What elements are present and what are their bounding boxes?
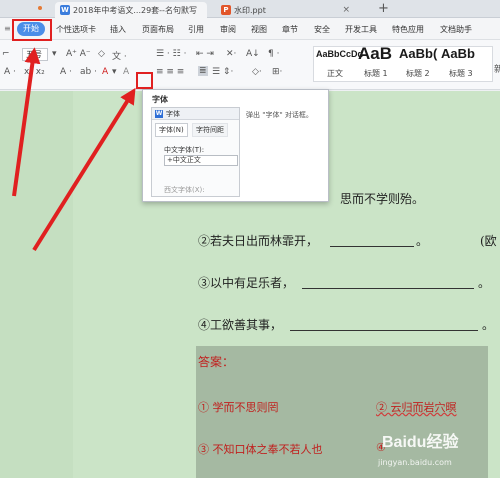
style-heading1-preview[interactable]: AaB	[358, 44, 392, 64]
indent-icon[interactable]: ⇤ ⇥	[196, 49, 214, 59]
tab-chapter[interactable]: 章节	[282, 24, 298, 35]
sort-icon[interactable]: A↓	[246, 49, 260, 59]
answer-item: ① 学而不思则罔	[198, 401, 279, 414]
justify-icon[interactable]: ≣	[198, 66, 208, 76]
wps-logo-icon: W	[155, 110, 163, 118]
font-color-icon[interactable]: A	[102, 67, 108, 77]
chevron-down-icon[interactable]: ▾	[112, 67, 117, 77]
style-heading3-label: 标题 3	[449, 69, 473, 78]
borders-icon[interactable]: ⊞·	[272, 67, 282, 77]
font-dialog-preview: W 字体 字体(N) 字符间距 中文字体(T): +中文正文 西文字体(X):	[151, 107, 240, 197]
dialog-field-label: 中文字体(T):	[164, 146, 205, 154]
doc-line-end: 。	[482, 318, 495, 332]
ribbon-toolbar: ⌐ 五号 ▾ A⁺ A⁻ ◇ 文 · A · x² x₂ A · ab · A …	[0, 40, 500, 125]
pinyin-icon[interactable]: 文 ·	[112, 49, 127, 62]
doc-line-end: 。	[478, 276, 491, 290]
grow-font-icon[interactable]: A⁺ A⁻	[66, 49, 91, 59]
dialog-tab-spacing: 字符间距	[192, 123, 228, 137]
tab-view[interactable]: 视图	[251, 24, 267, 35]
tab-document-1[interactable]: W 2018年中考语文...29套--名句默写	[55, 2, 207, 18]
watermark-url: jingyan.baidu.com	[378, 458, 452, 467]
tab-label: 2018年中考语文...29套--名句默写	[73, 5, 197, 15]
align-left-icon[interactable]: ≡ ≡ ≡	[156, 67, 184, 77]
style-heading3-preview[interactable]: AaBb	[441, 46, 475, 61]
annotation-box-launcher	[136, 72, 153, 89]
chevron-down-icon[interactable]: ▾	[52, 49, 57, 59]
doc-line: ③以中有足乐者，	[198, 276, 295, 290]
dialog-header: W 字体	[152, 108, 239, 120]
word-file-icon: W	[60, 5, 70, 15]
close-icon[interactable]: ×	[342, 5, 350, 15]
tab-insert[interactable]: 插入	[110, 24, 126, 35]
style-heading2-label: 标题 2	[406, 69, 430, 78]
answer-item: ② 云归而岩穴暝	[376, 401, 457, 414]
dialog-title: 字体	[166, 110, 180, 118]
style-heading1-label: 标题 1	[364, 69, 388, 78]
answer-item: ③ 不知口体之奉不若人也	[198, 443, 323, 456]
font-tooltip: 字体 弹出 "字体" 对话框。 W 字体 字体(N) 字符间距 中文字体(T):…	[142, 89, 329, 202]
tab-page-layout[interactable]: 页面布局	[142, 24, 174, 35]
tab-label: 水印.ppt	[234, 5, 266, 15]
dialog-field-input: +中文正文	[164, 155, 238, 166]
tab-developer[interactable]: 开发工具	[345, 24, 377, 35]
chinese-layout-icon[interactable]: ✕·	[226, 49, 236, 59]
page-margin	[0, 91, 73, 478]
tab-personal[interactable]: 个性选项卡	[56, 24, 96, 35]
doc-line: ④工欲善其事，	[198, 318, 283, 332]
tab-security[interactable]: 安全	[314, 24, 330, 35]
tab-special[interactable]: 特色应用	[392, 24, 424, 35]
annotation-box-home	[12, 19, 52, 41]
app-window: W 2018年中考语文...29套--名句默写 P 水印.ppt × + ≡ 开…	[0, 0, 500, 478]
ppt-file-icon: P	[221, 5, 231, 15]
unsaved-dot-icon	[38, 6, 42, 10]
style-normal-preview[interactable]: AaBbCcDd	[316, 49, 363, 59]
fill-blank-line[interactable]	[290, 330, 478, 331]
doc-line: 思而不学则殆。	[340, 192, 425, 206]
font-effects-icon[interactable]: A ·	[4, 67, 16, 77]
format-painter-icon[interactable]: ⌐	[2, 49, 10, 59]
doc-line-end: 。	[416, 234, 429, 248]
fill-blank-line[interactable]	[330, 246, 414, 247]
tab-doc-assistant[interactable]: 文档助手	[440, 24, 472, 35]
dialog-tab-font: 字体(N)	[155, 123, 188, 137]
bullet-list-icon[interactable]: ☰ · ☷ ·	[156, 49, 186, 59]
doc-line-extra: (欧	[480, 234, 497, 248]
tab-document-2[interactable]: P 水印.ppt ×	[216, 2, 356, 18]
dialog-field-label: 西文字体(X):	[164, 186, 205, 194]
shading-icon[interactable]: ◇·	[252, 67, 262, 77]
new-tab-icon[interactable]: +	[378, 1, 389, 16]
tooltip-description: 弹出 "字体" 对话框。	[246, 111, 313, 119]
menu-bar: ≡ 开始 个性选项卡 插入 页面布局 引用 审阅 视图 章节 安全 开发工具 特…	[0, 18, 500, 40]
doc-line: ②若夫日出而林霏开，	[198, 234, 319, 248]
superscript-icon[interactable]: x² x₂	[24, 67, 45, 77]
text-effect-icon[interactable]: A ·	[60, 67, 72, 77]
watermark-logo: Baidu经验	[382, 434, 459, 451]
tab-review[interactable]: 审阅	[220, 24, 236, 35]
tab-bar: W 2018年中考语文...29套--名句默写 P 水印.ppt × +	[0, 0, 500, 18]
style-normal-label: 正文	[327, 69, 343, 78]
distributed-icon[interactable]: ☰ ⇕·	[212, 67, 233, 77]
tooltip-title: 字体	[152, 95, 168, 104]
tab-references[interactable]: 引用	[188, 24, 204, 35]
new-style-button[interactable]: 新	[494, 62, 500, 75]
style-heading2-preview[interactable]: AaBb(	[399, 46, 437, 61]
highlight-icon[interactable]: ab ·	[80, 67, 97, 77]
fill-blank-line[interactable]	[302, 288, 474, 289]
show-marks-icon[interactable]: ¶ ·	[268, 49, 279, 59]
answer-label: 答案：	[198, 355, 235, 369]
menu-icon[interactable]: ≡	[4, 24, 11, 33]
char-shading-icon[interactable]: A	[123, 67, 129, 77]
clear-format-icon[interactable]: ◇	[98, 49, 105, 59]
font-size-select[interactable]: 五号	[22, 48, 48, 61]
